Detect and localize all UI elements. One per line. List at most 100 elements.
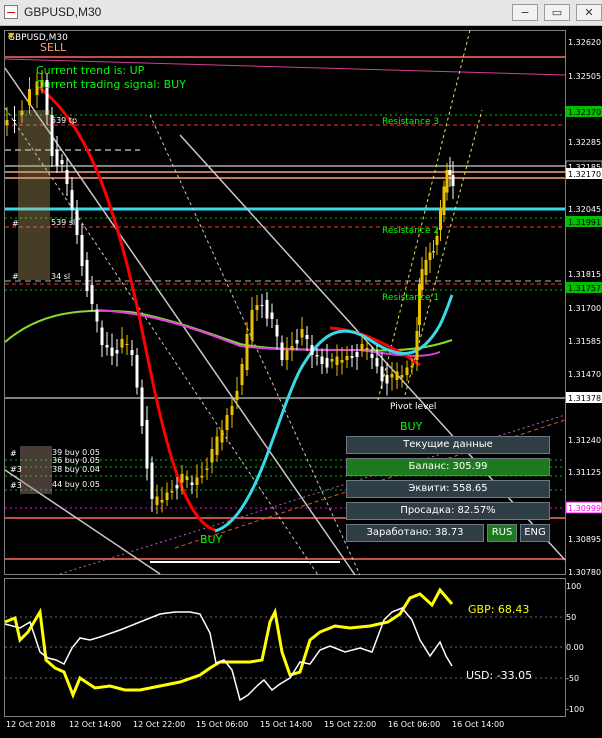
candle-body [235,391,239,400]
price-badge-text: 1.32170 [568,170,601,179]
price-tick: 1.31470 [568,370,601,379]
candle-body [435,236,439,245]
close-button[interactable]: ✕ [576,4,602,21]
candle-body [185,476,189,480]
order-tag-hash-5: #3 [10,481,22,490]
candle-body [150,462,154,499]
price-tick: 1.32620 [568,38,601,47]
price-badge-text: 1.31378 [568,394,601,403]
candle-body [424,260,428,275]
gbp-strength-label: GBP: 68.43 [468,603,529,616]
price-tick: 1.32045 [568,205,601,214]
candle-body [285,350,289,360]
eng-language-button[interactable]: ENG [520,524,550,542]
candle-body [125,344,129,345]
order-tag-buy-2: 36 buy 0.05 [52,456,100,465]
price-badge-text: 1.30999 [568,504,601,513]
candle-body [255,305,259,310]
blurred-order-block-2 [20,446,52,494]
candle-body [415,331,419,360]
time-tick: 12 Oct 22:00 [133,720,185,729]
candle-body [290,346,294,350]
candle-body [265,300,269,319]
candle-body [330,359,334,362]
candle-body [130,350,134,355]
price-tick: 1.31585 [568,337,601,346]
candle-body [195,477,199,485]
candle-body [370,354,374,358]
candle-body [95,310,99,322]
buy-signal-label: BUY [400,420,423,433]
candle-body [215,436,219,455]
order-tag-sl: 539 sl [51,218,75,227]
candle-body [115,350,119,354]
candle-body [155,496,159,505]
price-badge-text: 1.32370 [568,108,601,117]
candle-body [13,120,16,121]
candle-body [270,312,274,319]
candle-body [300,329,304,338]
candle-body [280,342,284,360]
candle-body [410,366,414,368]
time-tick: 15 Oct 14:00 [260,720,312,729]
order-tag-hash-2: # [12,272,19,281]
price-tick: 1.31815 [568,270,601,279]
order-tag-hash-1: # [12,219,19,228]
time-tick: 12 Oct 14:00 [69,720,121,729]
candle-body [75,210,79,235]
drawdown-row: Просадка: 82.57% [346,502,550,520]
candle-body [80,235,84,266]
chart-window-icon [4,5,18,19]
order-tag-buy-3: 38 buy 0.04 [52,465,100,474]
candle-body [220,430,224,443]
candle-body [345,356,349,360]
account-info-panel: Текущие данные Баланс: 305.99 Эквити: 55… [346,436,550,542]
candle-body [365,348,369,350]
time-tick: 15 Oct 22:00 [324,720,376,729]
equity-row: Эквити: 558.65 [346,480,550,498]
trend-text: Current trend is: UP [36,64,145,77]
candle-body [28,89,31,105]
candle-body [315,355,319,357]
candle-body [260,305,264,306]
candle-body [240,364,244,385]
window-title: GBPUSD,M30 [24,5,102,19]
buy-signal-label-bottom: BUY [200,533,223,546]
chart-area[interactable]: GBPUSD,M30 ▼ SELL Current trend is: UP C… [0,26,602,734]
candle-body [320,356,324,364]
order-tag-buy-4: 44 buy 0.05 [52,480,100,489]
candle-body [55,150,59,166]
price-tick: 1.30780 [568,568,601,577]
sub-scale-tick: 100 [566,582,581,591]
candle-body [390,374,394,378]
restore-button[interactable]: ▭ [544,4,570,21]
blurred-order-block [18,110,50,280]
order-tag-hash-3: # [10,449,17,458]
time-tick: 16 Oct 06:00 [388,720,440,729]
sell-label: SELL [40,41,67,54]
resistance-1-label: Resistance 1 [382,293,439,303]
candle-body [120,339,124,348]
minimize-button[interactable]: − [512,4,538,21]
candle-body [448,170,452,175]
candle-body [205,468,209,470]
balance-row: Баланс: 305.99 [346,458,550,476]
price-chart-svg[interactable]: GBPUSD,M30 ▼ SELL Current trend is: UP C… [0,26,602,734]
order-tag-sl2: 34 sl [51,272,70,281]
candle-body [375,358,379,367]
candle-body [245,334,249,370]
candle-body [350,356,354,358]
candle-body [400,375,404,378]
candle-body [451,175,455,186]
price-tick: 1.32285 [568,138,601,147]
candle-body [355,352,359,357]
price-tick: 1.31700 [568,304,601,313]
candle-body [380,366,384,381]
rus-language-button[interactable]: RUS [487,524,517,542]
candle-body [428,252,432,260]
candle-body [250,310,254,340]
candle-body [65,170,69,184]
candle-body [170,491,174,493]
sub-scale-tick: 0.00 [566,643,584,652]
candle-body [180,474,184,483]
